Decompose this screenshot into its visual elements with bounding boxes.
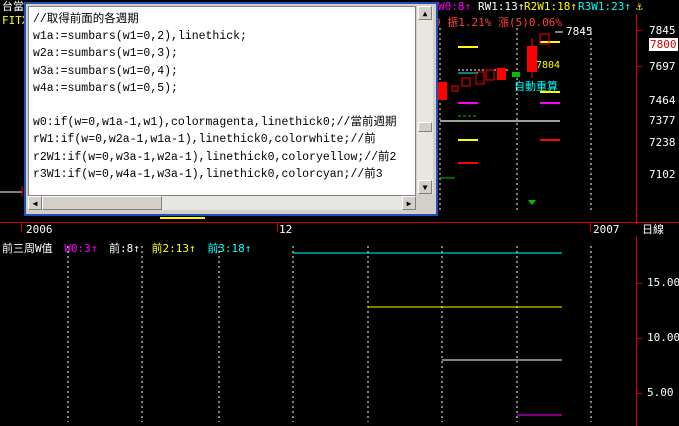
scroll-up-icon[interactable]: ▲	[418, 6, 432, 20]
candle	[461, 77, 471, 87]
price-axis: 7845 7800 7697 7464 7377 7238 7102	[636, 14, 679, 224]
code-line: //取得前面的各週期	[33, 13, 139, 26]
code-line: r3W1:if(w=0,w4a-1,w3a-1),linethick0,colo…	[33, 167, 383, 181]
indicator-axis-label: 10.00	[647, 331, 679, 344]
auto-recalc-label[interactable]: 自動重算	[514, 78, 558, 94]
formula-text-area[interactable]: //取得前面的各週期 w1a:=sumbars(w1=0,2),linethic…	[28, 6, 416, 196]
formula-editor[interactable]: //取得前面的各週期 w1a:=sumbars(w1=0,2),linethic…	[24, 2, 438, 216]
code-line: w4a:=sumbars(w1=0,5);	[33, 81, 178, 95]
price-label: 7377	[649, 114, 676, 127]
down-arrow-icon	[528, 200, 536, 205]
code-line: w3a:=sumbars(w1=0,4);	[33, 64, 178, 78]
scroll-left-icon[interactable]: ◀	[28, 196, 42, 210]
code-line: w0:if(w=0,w1a-1,w1),colormagenta,linethi…	[33, 116, 397, 130]
code-line: rW1:if(w=0,w2a-1,w1a-1),linethick0,color…	[33, 133, 376, 147]
scroll-right-icon[interactable]: ▶	[402, 196, 416, 210]
code-line: w1a:=sumbars(w1=0,2),linethick;	[33, 30, 247, 44]
vertical-scrollbar[interactable]: ▲ ▼	[417, 6, 433, 194]
candle	[512, 72, 520, 77]
indicator-axis-label: 5.00	[647, 386, 674, 399]
time-axis: 2006 12 2007 日線	[0, 222, 679, 237]
candle	[451, 85, 459, 92]
time-label: 2007	[593, 223, 620, 236]
indicator-chart	[67, 246, 592, 422]
candle	[485, 69, 495, 81]
period-label[interactable]: 日線	[642, 223, 664, 237]
indicator-axis-label: 15.00	[647, 276, 679, 289]
horizontal-scrollbar[interactable]: ◀ ▶	[28, 196, 416, 210]
code-line: r2W1:if(w=0,w3a-1,w2a-1),linethick0,colo…	[33, 150, 397, 164]
price-label: 7845	[649, 24, 676, 37]
horizontal-scroll-thumb[interactable]	[42, 196, 162, 210]
price-label: 7238	[649, 136, 676, 149]
time-label: 12	[279, 223, 293, 236]
price-label: 7464	[649, 94, 676, 107]
anchor-icon[interactable]: ⚓	[636, 0, 643, 14]
candle	[497, 68, 506, 80]
time-label: 2006	[26, 223, 53, 236]
small-price-label: 7804	[536, 60, 561, 71]
vertical-scroll-thumb[interactable]	[418, 122, 432, 132]
candle	[438, 82, 447, 100]
indicator-axis: 15.00 10.00 5.00	[636, 236, 679, 426]
price-label: 7102	[649, 168, 676, 181]
current-price-label: 7800	[649, 38, 678, 51]
scroll-down-icon[interactable]: ▼	[418, 180, 432, 194]
price-label: 7697	[649, 60, 676, 73]
candle	[475, 71, 485, 85]
code-line: w2a:=sumbars(w1=0,3);	[33, 47, 178, 61]
high-price-label: 7845	[566, 25, 593, 38]
